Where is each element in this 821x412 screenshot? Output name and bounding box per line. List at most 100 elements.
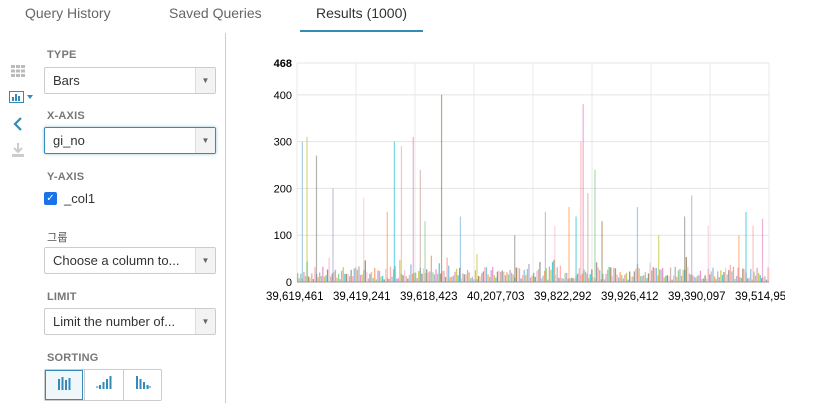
- chart-bar: [507, 274, 510, 282]
- chart-bar: [704, 275, 706, 282]
- chart-bar: [298, 278, 300, 282]
- chart-bar: [666, 275, 669, 282]
- chart-bar: [479, 276, 481, 282]
- x-tick-label: 40,207,703: [467, 291, 525, 303]
- chart-bar: [520, 278, 522, 282]
- bar-chart-icon[interactable]: [8, 91, 38, 107]
- chart-bar: [757, 272, 760, 282]
- chart-bar: [577, 273, 579, 282]
- chart-bar: [665, 275, 667, 282]
- chart-bar: [644, 272, 647, 282]
- xaxis-label: X-AXIS: [47, 110, 85, 122]
- chart-bar: [488, 276, 491, 282]
- tab-saved-queries[interactable]: Saved Queries: [169, 5, 262, 21]
- chart-bar: [652, 267, 654, 282]
- chart-bar: [680, 275, 683, 282]
- chart-bar: [735, 276, 738, 282]
- chart-bar: [558, 277, 560, 282]
- sort-descending-icon: [135, 376, 151, 389]
- chart-bar: [487, 274, 489, 282]
- y-tick-label: 400: [274, 90, 292, 102]
- chart-bar: [742, 268, 744, 282]
- chevron-down-icon: ▼: [195, 309, 215, 334]
- chart-bar: [619, 272, 621, 282]
- chart-bar: [306, 136, 308, 282]
- type-select[interactable]: Bars ▼: [44, 67, 216, 94]
- chart-bar: [633, 271, 635, 282]
- tab-results[interactable]: Results (1000): [316, 5, 407, 21]
- chart-bar: [418, 270, 420, 282]
- chart-bar: [410, 264, 412, 282]
- sorting-label: SORTING: [47, 352, 99, 364]
- chart-bar: [536, 271, 538, 282]
- chart-bar: [646, 278, 648, 282]
- chart-bar: [651, 270, 653, 282]
- chart-bar: [663, 277, 665, 282]
- chart-bar: [759, 275, 761, 282]
- chart-bar: [674, 266, 676, 282]
- sort-none-button[interactable]: [45, 370, 83, 400]
- download-icon[interactable]: [8, 143, 28, 159]
- chart-bar: [319, 272, 321, 282]
- chart-bar: [660, 269, 662, 282]
- chart-bar: [364, 260, 366, 282]
- chart-bar: [528, 263, 530, 282]
- xaxis-select-value: gi_no: [53, 133, 85, 148]
- chevron-left-icon[interactable]: [8, 117, 28, 133]
- chart-bar: [482, 271, 484, 282]
- limit-select[interactable]: Limit the number of... ▼: [44, 308, 216, 335]
- chart-bar: [611, 275, 613, 282]
- sort-descending-button[interactable]: [123, 370, 161, 400]
- chart-bar: [729, 265, 731, 282]
- chart-bar: [471, 276, 473, 282]
- y-tick-label: 0: [286, 277, 292, 289]
- chart-bar: [550, 269, 552, 282]
- chart-bar: [378, 271, 381, 282]
- chevron-down-icon: ▼: [195, 248, 215, 273]
- chart-bar: [399, 260, 401, 282]
- chart-bar: [496, 271, 499, 282]
- chart-bar: [723, 272, 725, 282]
- chart-bar: [393, 141, 395, 282]
- chart-bar: [348, 276, 351, 282]
- chart-bar: [361, 274, 363, 282]
- chart-bar: [374, 267, 376, 282]
- group-select[interactable]: Choose a column to... ▼: [44, 247, 216, 274]
- chart-bar: [526, 268, 529, 282]
- chart-bar: [323, 276, 326, 282]
- chart-bar: [525, 275, 527, 282]
- tab-query-history[interactable]: Query History: [25, 5, 111, 21]
- chart-bar: [632, 276, 634, 282]
- chart-bar: [341, 270, 343, 282]
- chart-bar: [412, 136, 414, 282]
- chart-bar: [687, 266, 689, 282]
- chart-bar: [465, 274, 467, 282]
- chart-bar: [501, 270, 503, 282]
- chart-bar: [556, 267, 558, 282]
- chart-bar: [386, 211, 388, 282]
- chart-bar: [311, 273, 313, 282]
- active-tab-indicator: [300, 30, 423, 32]
- chart-bar: [449, 277, 451, 282]
- chart-bar: [544, 211, 546, 282]
- chart-bar: [350, 269, 352, 282]
- chart-bar: [470, 278, 472, 282]
- chart-bar: [597, 267, 599, 282]
- chart-bar: [599, 270, 601, 282]
- grid-icon[interactable]: [8, 65, 28, 81]
- chart-bar: [514, 235, 516, 282]
- chart-bar: [654, 268, 656, 282]
- xaxis-select[interactable]: gi_no ▼: [44, 127, 216, 154]
- yaxis-checkbox[interactable]: ✓: [44, 192, 57, 205]
- chart-bar: [424, 221, 426, 282]
- chart-bar: [606, 269, 609, 282]
- limit-select-value: Limit the number of...: [53, 314, 176, 329]
- chart-bar: [521, 275, 524, 282]
- chart-bar: [655, 267, 658, 282]
- chart-bar: [624, 274, 626, 282]
- y-tick-label: 468: [274, 58, 292, 70]
- chart-bar: [559, 265, 562, 282]
- chart-bar: [684, 216, 686, 282]
- sort-ascending-button[interactable]: [84, 370, 122, 400]
- sort-none-icon: [58, 377, 71, 390]
